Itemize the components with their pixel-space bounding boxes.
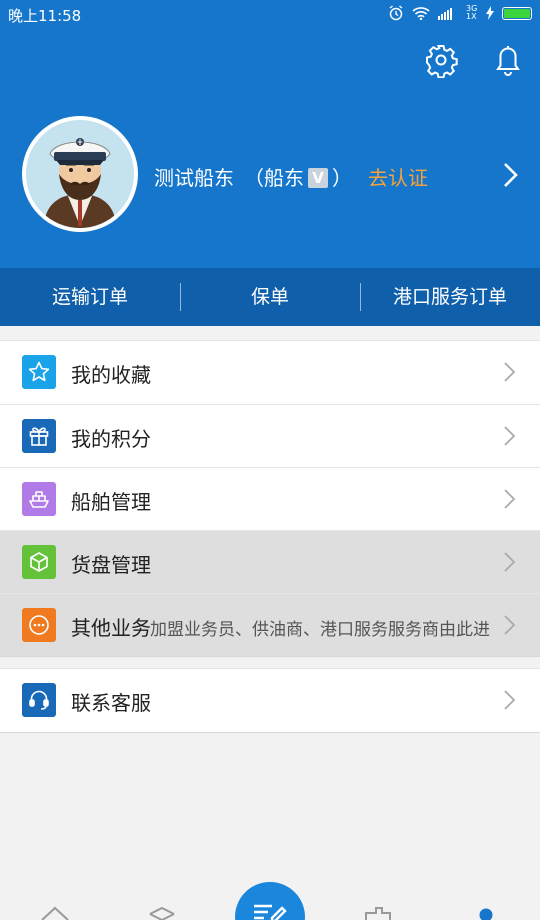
- signal-icon: [438, 8, 452, 20]
- network-type: 3G 1X: [466, 4, 478, 21]
- more-dots-icon: [22, 608, 56, 642]
- charging-icon: [486, 6, 494, 20]
- cargo-icon[interactable]: [148, 906, 176, 920]
- status-time: 晚上11:58: [8, 7, 82, 25]
- battery-icon: [502, 6, 532, 20]
- chevron-right-icon: [504, 362, 516, 382]
- tab-policies[interactable]: 保单: [180, 268, 360, 326]
- chevron-right-icon: [504, 690, 516, 710]
- chevron-right-icon: [504, 552, 516, 572]
- menu-item-label: 货盘管理: [71, 553, 151, 577]
- chevron-right-icon: [504, 615, 516, 635]
- publish-icon: [254, 904, 287, 920]
- verify-link[interactable]: 去认证: [368, 162, 428, 191]
- tab-port-service-orders[interactable]: 港口服务订单: [360, 268, 540, 326]
- order-tabs: 运输订单 保单 港口服务订单: [0, 268, 540, 326]
- menu-item-label: 我的积分: [71, 427, 151, 451]
- headset-icon: [22, 683, 56, 717]
- menu-item-cargo-management[interactable]: 货盘管理: [0, 530, 540, 593]
- tab-transport-orders[interactable]: 运输订单: [0, 268, 180, 326]
- menu-item-label: 其他业务: [71, 616, 151, 640]
- menu-item-label: 船舶管理: [71, 490, 151, 514]
- main-menu: 我的收藏 我的积分 船舶管理 货盘管理 其他业务 加盟业务员、供油商、港口服务服…: [0, 340, 540, 657]
- menu-item-other-business[interactable]: 其他业务 加盟业务员、供油商、港口服务服务商由此进: [0, 593, 540, 656]
- menu-item-label: 联系客服: [71, 691, 151, 715]
- bell-icon[interactable]: [490, 42, 526, 78]
- alarm-icon: [389, 5, 403, 21]
- chevron-right-icon: [504, 489, 516, 509]
- menu-item-description: 加盟业务员、供油商、港口服务服务商由此进: [150, 620, 490, 640]
- user-name: 测试船东: [154, 166, 234, 190]
- gear-icon[interactable]: [423, 42, 459, 78]
- home-icon[interactable]: [40, 905, 70, 920]
- publish-button[interactable]: [235, 882, 305, 920]
- verified-badge: V: [308, 168, 328, 188]
- star-icon: [22, 355, 56, 389]
- user-role: （船东 V）: [244, 166, 352, 190]
- profile-header: 晚上11:58 3G 1X 测试船东 （船东 V ） 去认证: [0, 0, 540, 268]
- menu-item-label: 我的收藏: [71, 363, 151, 387]
- chevron-right-icon[interactable]: [498, 160, 524, 190]
- profile-nav-icon[interactable]: [478, 907, 494, 920]
- captain-avatar-image: [26, 120, 134, 228]
- gift-icon: [22, 419, 56, 453]
- menu-item-ship-management[interactable]: 船舶管理: [0, 467, 540, 530]
- menu-item-favorites[interactable]: 我的收藏: [0, 341, 540, 404]
- wifi-icon: [412, 7, 430, 20]
- ship-nav-icon[interactable]: [362, 905, 394, 920]
- ship-icon: [22, 482, 56, 516]
- support-menu: 联系客服: [0, 668, 540, 733]
- avatar[interactable]: [22, 116, 138, 232]
- menu-item-contact-support[interactable]: 联系客服: [0, 669, 540, 732]
- box-icon: [22, 545, 56, 579]
- status-bar: 晚上11:58 3G 1X: [0, 0, 540, 28]
- chevron-right-icon: [504, 426, 516, 446]
- menu-item-points[interactable]: 我的积分: [0, 404, 540, 467]
